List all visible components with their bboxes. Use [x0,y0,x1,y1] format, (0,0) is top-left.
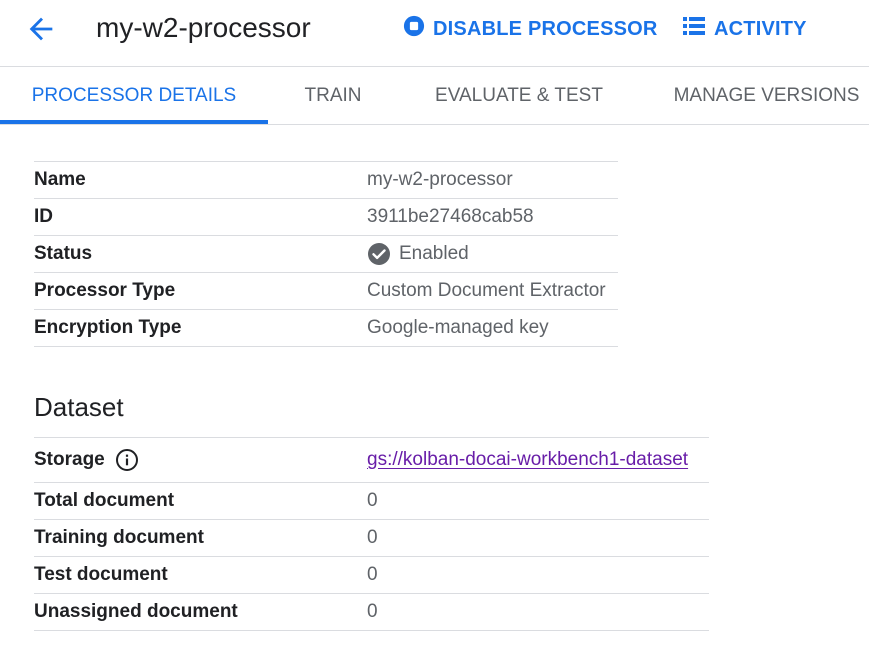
status-key: Status [34,235,367,273]
tab-bar: PROCESSOR DETAILS TRAIN EVALUATE & TEST … [0,67,869,124]
table-row: Encryption Type Google-managed key [34,309,618,347]
table-row: Training document 0 [34,519,709,557]
test-document-key: Test document [34,556,367,594]
training-document-key: Training document [34,519,367,557]
info-icon[interactable] [115,448,139,472]
table-row: Unassigned document 0 [34,593,709,631]
tab-evaluate-test[interactable]: EVALUATE & TEST [420,67,618,124]
unassigned-document-key: Unassigned document [34,593,367,631]
storage-key-cell: Storage [34,437,367,483]
processor-type-key: Processor Type [34,272,367,310]
tab-train[interactable]: TRAIN [283,67,383,124]
id-value: 3911be27468cab58 [367,198,618,236]
processor-type-value: Custom Document Extractor [367,272,618,310]
total-document-value: 0 [367,482,709,520]
page-title: my-w2-processor [96,12,311,43]
table-row: Name my-w2-processor [34,161,618,199]
dataset-heading: Dataset [34,392,124,422]
disable-processor-label: DISABLE PROCESSOR [433,17,658,40]
unassigned-document-value: 0 [367,593,709,631]
tabs-divider [0,124,869,125]
storage-value-cell: gs://kolban-docai-workbench1-dataset [367,437,709,483]
total-document-key: Total document [34,482,367,520]
status-value-cell: Enabled [367,235,618,273]
table-row: Total document 0 [34,482,709,520]
tab-processor-details[interactable]: PROCESSOR DETAILS [0,67,268,124]
storage-key: Storage [34,449,105,470]
name-value: my-w2-processor [367,161,618,199]
disable-processor-button[interactable]: DISABLE PROCESSOR [403,15,658,43]
processor-details-table: Name my-w2-processor ID 3911be27468cab58… [34,161,618,347]
table-row: Storage gs://kolban-docai-workbench1-dat… [34,437,709,483]
tab-manage-versions[interactable]: MANAGE VERSIONS [664,67,869,124]
table-row: ID 3911be27468cab58 [34,198,618,236]
encryption-type-value: Google-managed key [367,309,618,347]
activity-label: ACTIVITY [714,17,807,40]
table-row: Test document 0 [34,556,709,594]
header-bar: my-w2-processor DISABLE PROCESSOR ACTIVI… [0,0,869,66]
training-document-value: 0 [367,519,709,557]
test-document-value: 0 [367,556,709,594]
storage-link[interactable]: gs://kolban-docai-workbench1-dataset [367,449,688,470]
dataset-table: Storage gs://kolban-docai-workbench1-dat… [34,437,709,631]
id-key: ID [34,198,367,236]
list-icon [682,15,706,43]
table-row: Processor Type Custom Document Extractor [34,272,618,310]
stop-circle-icon [403,15,425,43]
status-value: Enabled [399,243,469,264]
arrow-back-icon[interactable] [24,12,58,46]
name-key: Name [34,161,367,199]
check-circle-icon [367,242,391,266]
table-row: Status Enabled [34,235,618,273]
activity-button[interactable]: ACTIVITY [682,15,807,43]
encryption-type-key: Encryption Type [34,309,367,347]
